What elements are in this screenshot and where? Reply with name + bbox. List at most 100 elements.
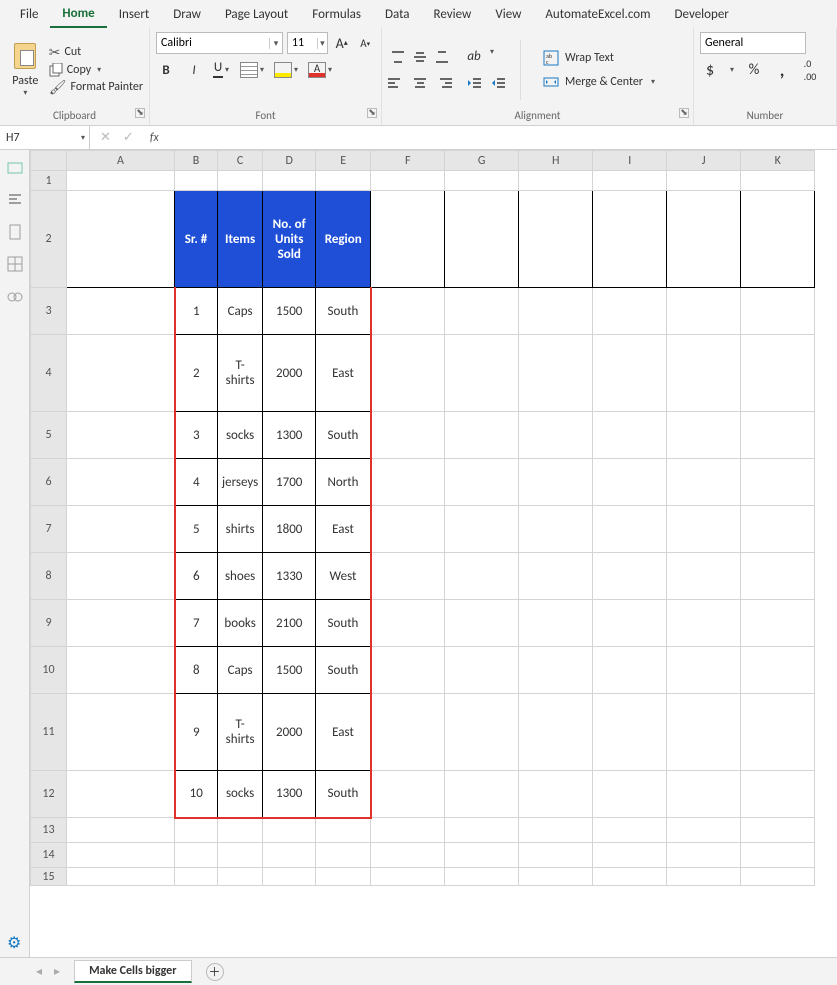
cell-K12[interactable]	[741, 771, 815, 818]
cell-A8[interactable]	[67, 553, 175, 600]
decrease-font-button[interactable]: A▾	[355, 33, 375, 53]
tab-file[interactable]: File	[8, 2, 50, 27]
cell-G1[interactable]	[445, 171, 519, 191]
cell-E2[interactable]: Region	[316, 191, 371, 288]
cell-H15[interactable]	[519, 868, 593, 886]
font-name-input[interactable]	[157, 36, 269, 50]
cell-G4[interactable]	[445, 335, 519, 412]
row-header-2[interactable]: 2	[31, 191, 67, 288]
cell-B13[interactable]	[175, 818, 218, 843]
col-header-I[interactable]: I	[593, 151, 667, 171]
col-header-K[interactable]: K	[741, 151, 815, 171]
clipboard-icon[interactable]	[7, 224, 23, 240]
cell-F13[interactable]	[371, 818, 445, 843]
cell-I7[interactable]	[593, 506, 667, 553]
cell-K2[interactable]	[741, 191, 815, 288]
cell-E12[interactable]: South	[316, 771, 371, 818]
cell-H1[interactable]	[519, 171, 593, 191]
cell-J8[interactable]	[667, 553, 741, 600]
cell-J3[interactable]	[667, 288, 741, 335]
number-format-combo[interactable]	[700, 32, 806, 54]
cell-E6[interactable]: North	[316, 459, 371, 506]
cell-C1[interactable]	[218, 171, 263, 191]
cell-G9[interactable]	[445, 600, 519, 647]
cell-G15[interactable]	[445, 868, 519, 886]
currency-button[interactable]: $	[700, 60, 720, 80]
row-header-3[interactable]: 3	[31, 288, 67, 335]
cell-D4[interactable]: 2000	[263, 335, 316, 412]
underline-button[interactable]: U▾	[212, 60, 232, 80]
cell-G5[interactable]	[445, 412, 519, 459]
cell-K11[interactable]	[741, 694, 815, 771]
cell-D6[interactable]: 1700	[263, 459, 316, 506]
sheet-tab[interactable]: Make Cells bigger	[74, 960, 191, 983]
col-header-G[interactable]: G	[445, 151, 519, 171]
merge-center-button[interactable]: Merge & Center▾	[539, 73, 661, 91]
cell-F15[interactable]	[371, 868, 445, 886]
chevron-down-icon[interactable]: ▾	[649, 77, 657, 87]
font-size-combo[interactable]: ▾	[287, 32, 328, 54]
cell-F1[interactable]	[371, 171, 445, 191]
cell-H6[interactable]	[519, 459, 593, 506]
cell-D12[interactable]: 1300	[263, 771, 316, 818]
bold-button[interactable]: B	[156, 60, 176, 80]
cell-H5[interactable]	[519, 412, 593, 459]
cell-A13[interactable]	[67, 818, 175, 843]
cell-E11[interactable]: East	[316, 694, 371, 771]
cell-B7[interactable]: 5	[175, 506, 218, 553]
cell-K3[interactable]	[741, 288, 815, 335]
add-sheet-button[interactable]: ＋	[206, 963, 224, 981]
gear-icon[interactable]: ⚙	[7, 933, 21, 953]
cell-H9[interactable]	[519, 600, 593, 647]
italic-button[interactable]: I	[184, 60, 204, 80]
cell-D8[interactable]: 1330	[263, 553, 316, 600]
cell-A14[interactable]	[67, 843, 175, 868]
cell-D11[interactable]: 2000	[263, 694, 316, 771]
cell-H10[interactable]	[519, 647, 593, 694]
spreadsheet[interactable]: ABCDEFGHIJK12Sr. #ItemsNo. of Units Sold…	[30, 150, 837, 957]
enter-icon[interactable]: ✓	[123, 130, 134, 145]
cell-F7[interactable]	[371, 506, 445, 553]
cell-F3[interactable]	[371, 288, 445, 335]
percent-button[interactable]: %	[744, 60, 764, 80]
increase-font-button[interactable]: A▴	[332, 33, 352, 53]
tab-insert[interactable]: Insert	[107, 2, 162, 27]
row-header-10[interactable]: 10	[31, 647, 67, 694]
tab-pagelayout[interactable]: Page Layout	[213, 2, 300, 27]
cell-I1[interactable]	[593, 171, 667, 191]
cell-H7[interactable]	[519, 506, 593, 553]
cell-E5[interactable]: South	[316, 412, 371, 459]
fill-color-button[interactable]: ▾	[274, 62, 300, 78]
cell-K15[interactable]	[741, 868, 815, 886]
chevron-down-icon[interactable]: ▾	[269, 38, 282, 49]
cut-button[interactable]: ✂Cut	[49, 44, 143, 61]
cell-F11[interactable]	[371, 694, 445, 771]
cell-E9[interactable]: South	[316, 600, 371, 647]
cell-E10[interactable]: South	[316, 647, 371, 694]
cell-B15[interactable]	[175, 868, 218, 886]
cell-C14[interactable]	[218, 843, 263, 868]
cell-F9[interactable]	[371, 600, 445, 647]
increase-indent-button[interactable]	[488, 73, 508, 93]
tab-review[interactable]: Review	[422, 2, 484, 27]
cell-A2[interactable]	[67, 191, 175, 288]
name-box[interactable]: H7▾	[0, 126, 90, 149]
cell-B3[interactable]: 1	[175, 288, 218, 335]
cell-C4[interactable]: T-shirts	[218, 335, 263, 412]
cell-G14[interactable]	[445, 843, 519, 868]
align-top-button[interactable]	[388, 47, 408, 67]
cell-D3[interactable]: 1500	[263, 288, 316, 335]
wrap-text-button[interactable]: abcWrap Text	[539, 49, 661, 67]
cell-B4[interactable]: 2	[175, 335, 218, 412]
align-right-button[interactable]	[432, 73, 452, 93]
cell-J6[interactable]	[667, 459, 741, 506]
tab-nav-next[interactable]: ▸	[48, 964, 66, 979]
cell-K5[interactable]	[741, 412, 815, 459]
cell-C10[interactable]: Caps	[218, 647, 263, 694]
cell-D9[interactable]: 2100	[263, 600, 316, 647]
comma-button[interactable]: ,	[772, 60, 792, 80]
chevron-down-icon[interactable]: ▾	[326, 65, 334, 75]
dialog-launcher-icon[interactable]: ⬊	[679, 108, 689, 118]
cell-D2[interactable]: No. of Units Sold	[263, 191, 316, 288]
chevron-down-icon[interactable]: ▾	[95, 65, 103, 75]
